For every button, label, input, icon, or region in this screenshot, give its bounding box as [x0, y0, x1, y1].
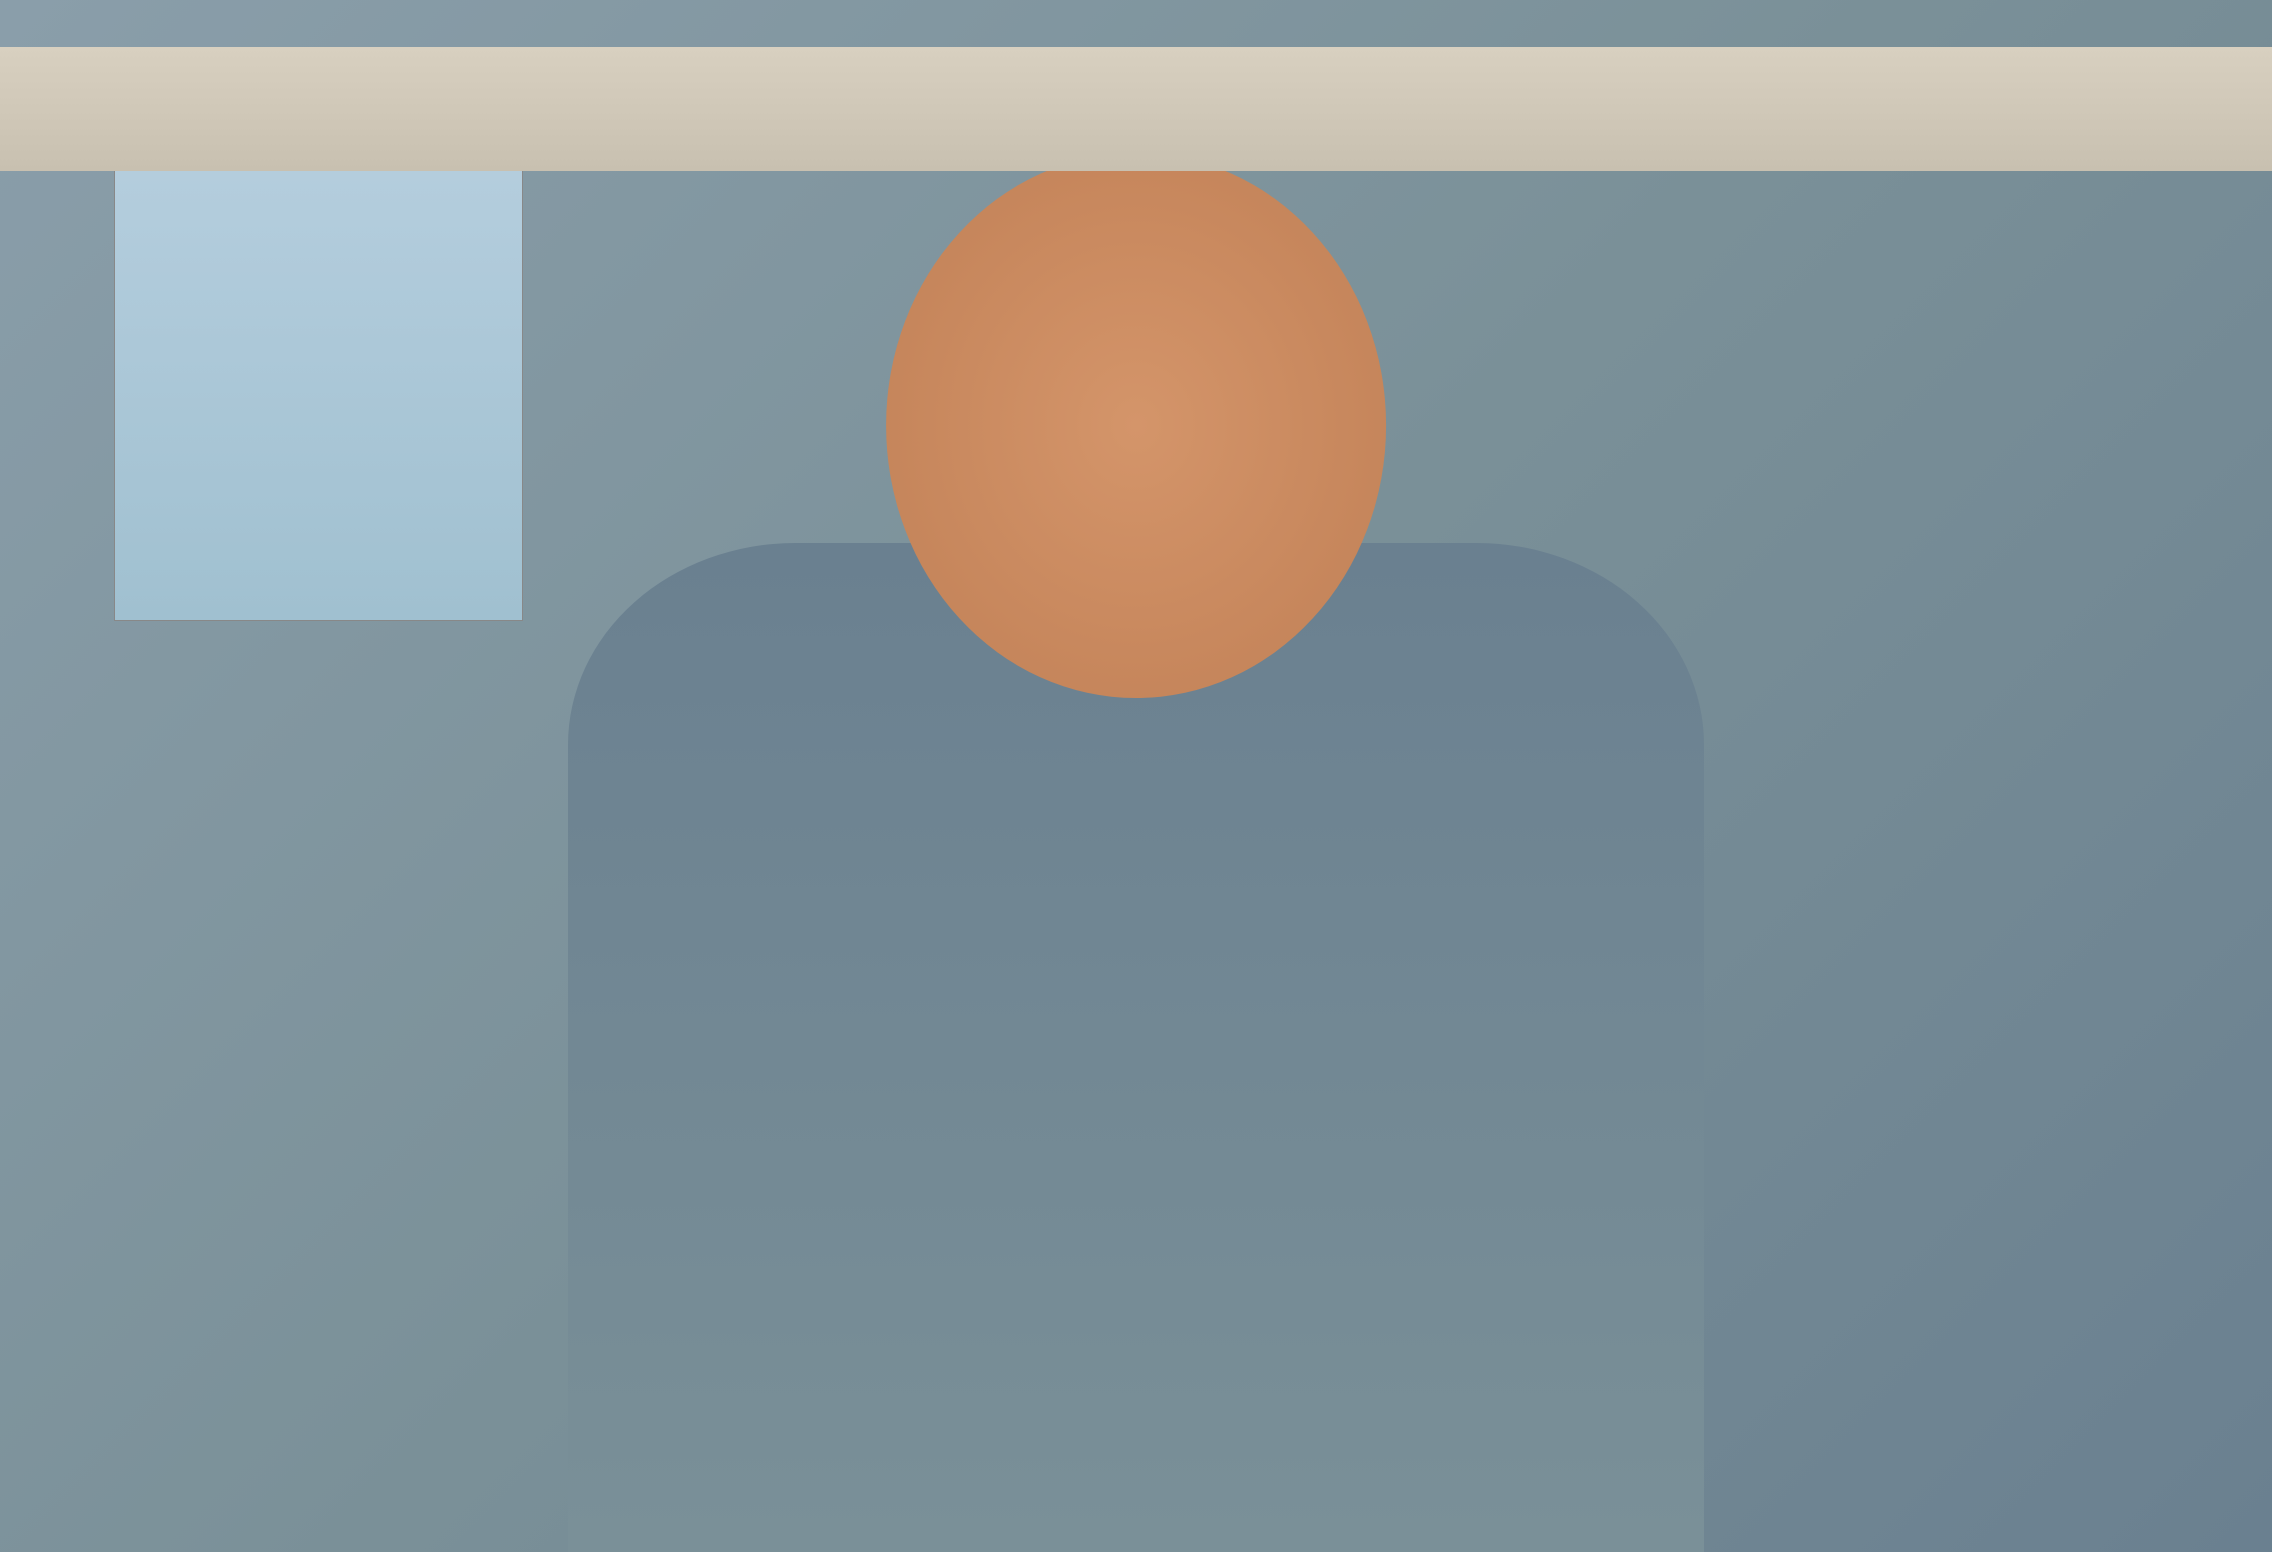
main-content: + Add Photo(s) Remove All	[0, 97, 2272, 1552]
thumbnail-scene	[34, 1452, 120, 1518]
thumbnail-strip	[32, 1446, 1884, 1520]
thumbnail-item[interactable]	[32, 1450, 122, 1520]
left-panel: + Add Photo(s) Remove All	[18, 97, 1898, 1534]
